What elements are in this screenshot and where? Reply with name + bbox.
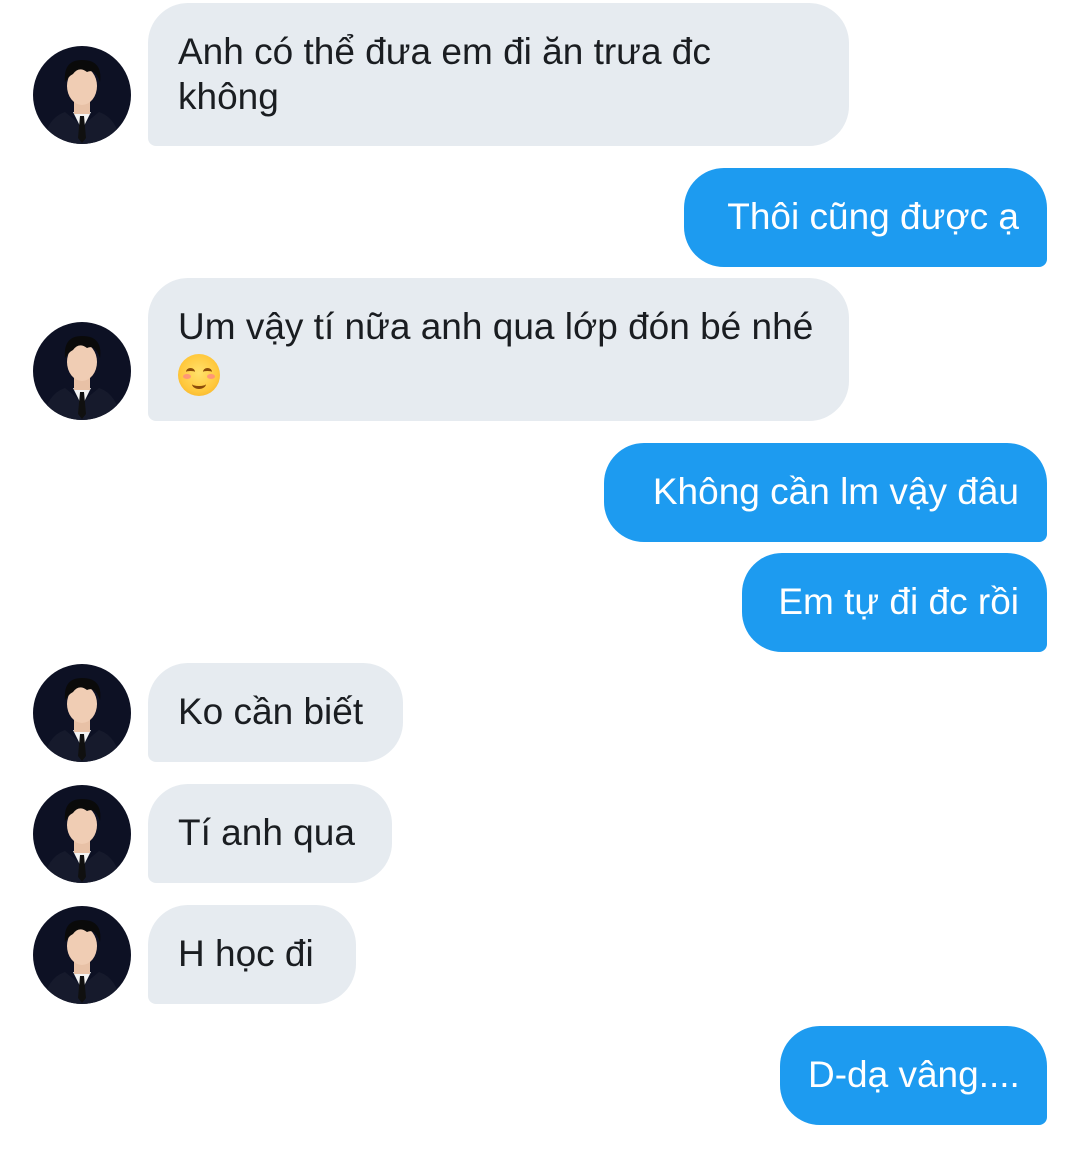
message-text: không xyxy=(178,76,279,117)
incoming-message: Tí anh qua xyxy=(148,784,392,883)
incoming-message: Um vậy tí nữa anh qua lớp đón bé nhé xyxy=(148,278,849,421)
sender-avatar[interactable] xyxy=(33,785,131,883)
outgoing-message: Thôi cũng được ạ xyxy=(684,168,1047,267)
message-text: H học đi xyxy=(178,933,314,974)
avatar-photo xyxy=(33,46,131,144)
message-text: Um vậy tí nữa anh qua lớp đón bé nhé xyxy=(178,306,814,347)
incoming-message: H học đi xyxy=(148,905,356,1004)
avatar-photo xyxy=(33,664,131,762)
outgoing-message: Em tự đi đc rồi xyxy=(742,553,1047,652)
avatar-photo xyxy=(33,906,131,1004)
smiling-face-emoji-icon xyxy=(178,354,220,397)
message-text: Ko cần biết xyxy=(178,691,364,732)
message-text: Anh có thể đưa em đi ăn trưa đc xyxy=(178,31,711,72)
avatar-photo xyxy=(33,785,131,883)
outgoing-message: Không cần lm vậy đâu xyxy=(604,443,1047,542)
sender-avatar[interactable] xyxy=(33,906,131,1004)
outgoing-message: D-dạ vâng.... xyxy=(780,1026,1047,1125)
avatar-photo xyxy=(33,322,131,420)
message-text: Tí anh qua xyxy=(178,812,355,853)
message-emoji-line xyxy=(178,349,819,397)
sender-avatar[interactable] xyxy=(33,322,131,420)
message-text: Không cần lm vậy đâu xyxy=(652,471,1019,512)
message-text: D-dạ vâng.... xyxy=(808,1054,1020,1095)
sender-avatar[interactable] xyxy=(33,664,131,762)
sender-avatar[interactable] xyxy=(33,46,131,144)
incoming-message: Ko cần biết xyxy=(148,663,403,762)
message-text: Em tự đi đc rồi xyxy=(778,581,1019,622)
message-text: Thôi cũng được ạ xyxy=(727,196,1019,237)
incoming-message: Anh có thể đưa em đi ăn trưa đc không xyxy=(148,3,849,146)
